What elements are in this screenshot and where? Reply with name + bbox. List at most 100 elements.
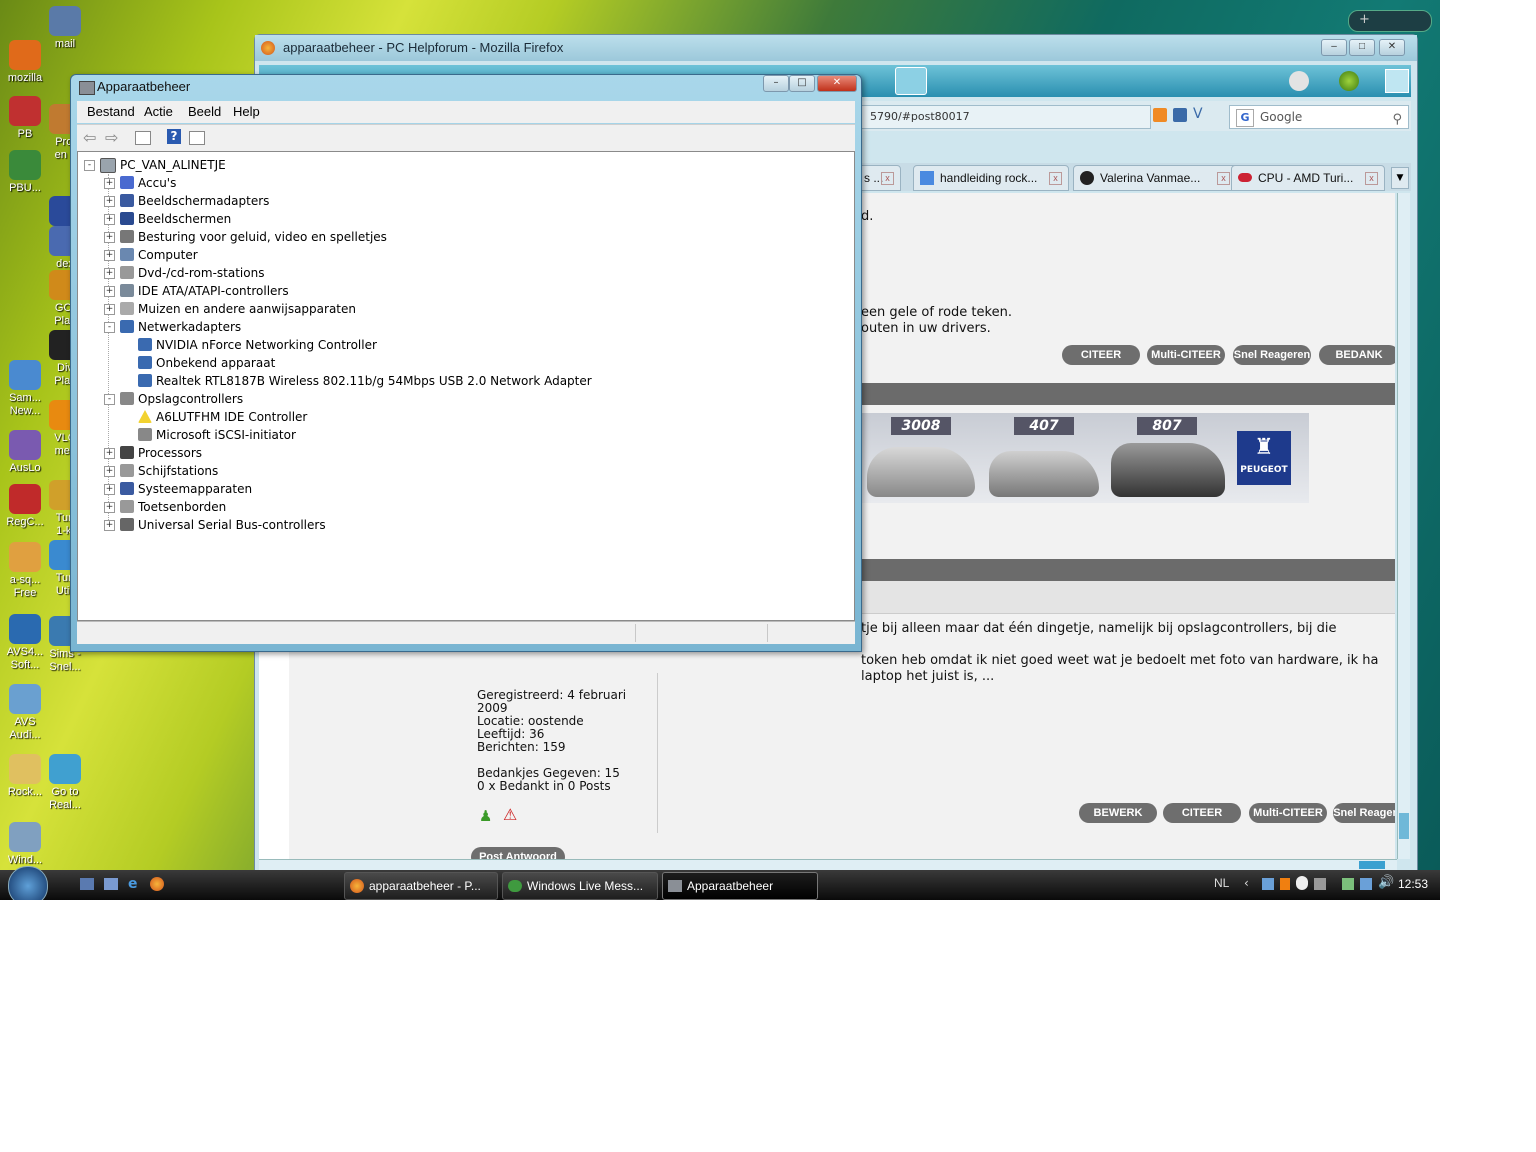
close-tab-icon[interactable]: x xyxy=(1049,172,1062,185)
snel-reageren-button[interactable]: Snel Reageren xyxy=(1233,345,1311,365)
tray-icon[interactable] xyxy=(1296,876,1308,890)
taskbar-firefox[interactable]: apparaatbeheer - P... xyxy=(344,872,498,900)
taskbar-messenger[interactable]: Windows Live Mess... xyxy=(502,872,658,900)
post-antwoord-button[interactable]: Post Antwoord xyxy=(471,847,565,859)
expand-icon[interactable]: + xyxy=(104,520,115,531)
start-button[interactable] xyxy=(8,866,48,900)
desktop-icon[interactable]: AusLo xyxy=(0,430,50,475)
bedank-button[interactable]: BEDANK xyxy=(1319,345,1395,365)
close-button[interactable]: ✕ xyxy=(1379,39,1405,56)
close-tab-icon[interactable]: x xyxy=(1217,172,1230,185)
tray-icon[interactable] xyxy=(1280,878,1290,890)
back-arrow-icon[interactable]: ⇦ xyxy=(83,128,96,147)
status-divider xyxy=(635,624,636,642)
network-icon[interactable] xyxy=(1262,878,1274,890)
forward-arrow-icon[interactable]: ⇨ xyxy=(105,128,118,147)
dropdown-icon[interactable]: V xyxy=(1193,106,1203,122)
wireless-icon[interactable] xyxy=(1360,878,1372,890)
desktop-icon[interactable]: AVS Audi... xyxy=(0,684,50,742)
post1-text: een gele of rode teken. xyxy=(861,305,1012,320)
search-icon[interactable]: ⚲ xyxy=(1392,109,1402,131)
tab-4[interactable]: CPU - AMD Turi... x xyxy=(1231,165,1385,191)
taskbar-devmgr[interactable]: Apparaatbeheer xyxy=(662,872,818,900)
bookmark-icon[interactable] xyxy=(1173,108,1187,122)
expand-icon[interactable]: + xyxy=(104,502,115,513)
application-icon xyxy=(9,360,41,390)
battery-icon[interactable] xyxy=(1342,878,1354,890)
add-gadget-icon[interactable]: + xyxy=(1359,12,1370,27)
peugeot-ad[interactable]: 3008 407 807 ♜ PEUGEOT xyxy=(859,413,1309,503)
expand-icon[interactable]: + xyxy=(104,448,115,459)
bewerk-button[interactable]: BEWERK xyxy=(1079,803,1157,823)
scroll-thumb[interactable] xyxy=(1399,813,1409,839)
language-indicator[interactable]: NL xyxy=(1214,876,1229,890)
desktop-icon-label: AusLo xyxy=(9,462,41,474)
close-tab-icon[interactable]: x xyxy=(1365,172,1378,185)
expand-icon[interactable]: + xyxy=(104,286,115,297)
expand-icon[interactable]: + xyxy=(104,214,115,225)
maximize-button[interactable]: □ xyxy=(789,75,815,92)
rss-icon[interactable] xyxy=(1153,108,1167,122)
vertical-scrollbar[interactable] xyxy=(1397,193,1410,859)
volume-icon[interactable]: 🔊 xyxy=(1378,875,1394,890)
firefox-titlebar[interactable]: apparaatbeheer - PC Helpforum - Mozilla … xyxy=(255,35,1417,61)
tab-2[interactable]: handleiding rock... x xyxy=(913,165,1069,191)
citeer-button[interactable]: CITEER xyxy=(1062,345,1140,365)
divider xyxy=(657,673,658,833)
expand-icon[interactable]: + xyxy=(104,268,115,279)
collapse-icon[interactable]: - xyxy=(84,160,95,171)
refresh-icon[interactable] xyxy=(1339,71,1359,91)
desktop-icon[interactable]: Wind... xyxy=(0,822,50,867)
desktop-icon-label: Go to Real... xyxy=(49,786,81,811)
firefox-icon[interactable] xyxy=(150,877,164,891)
chevron-left-icon[interactable]: ‹ xyxy=(1244,876,1249,890)
tab-list-icon[interactable]: ▼ xyxy=(1391,167,1409,189)
tab-3[interactable]: Valerina Vanmae... x xyxy=(1073,165,1237,191)
search-placeholder: Google xyxy=(1260,110,1303,124)
flash-icon[interactable] xyxy=(1289,71,1309,91)
clock[interactable]: 12:53 xyxy=(1398,877,1428,891)
show-desktop-icon[interactable] xyxy=(80,878,94,890)
citeer-button[interactable]: CITEER xyxy=(1163,803,1241,823)
ie-icon[interactable]: e xyxy=(128,876,138,892)
console-tree-icon[interactable] xyxy=(135,131,151,145)
sidebar-gadget-controls[interactable]: + xyxy=(1348,10,1432,32)
ad-model: 807 xyxy=(1137,417,1197,435)
menu-bestand[interactable]: Bestand xyxy=(87,104,135,119)
expand-icon[interactable]: + xyxy=(104,196,115,207)
desktop-icon[interactable]: mozilla xyxy=(0,40,50,85)
menu-actie[interactable]: Actie xyxy=(144,104,173,119)
tray-icon[interactable] xyxy=(1314,878,1326,890)
menu-help[interactable]: Help xyxy=(233,104,260,119)
close-tab-icon[interactable]: x xyxy=(881,172,894,185)
desktop-icon[interactable]: Go to Real... xyxy=(40,754,90,812)
multi-citeer-button[interactable]: Multi-CITEER xyxy=(1249,803,1327,823)
collapse-icon[interactable]: - xyxy=(104,394,115,405)
desktop-icon[interactable]: PBU... xyxy=(0,150,50,195)
expand-icon[interactable]: + xyxy=(104,178,115,189)
horizontal-scrollbar[interactable] xyxy=(259,859,1397,870)
multi-citeer-button[interactable]: Multi-CITEER xyxy=(1147,345,1225,365)
expand-icon[interactable]: + xyxy=(104,484,115,495)
maximize-button[interactable]: □ xyxy=(1349,39,1375,56)
snel-reageren-button[interactable]: Snel Reager xyxy=(1333,803,1395,823)
help-icon[interactable]: ? xyxy=(167,129,181,144)
minimize-button[interactable]: – xyxy=(1321,39,1347,56)
minimize-button[interactable]: – xyxy=(763,75,789,92)
expand-icon[interactable]: + xyxy=(104,304,115,315)
scroll-thumb[interactable] xyxy=(1359,861,1385,869)
close-button[interactable]: ✕ xyxy=(817,75,857,92)
menu-beeld[interactable]: Beeld xyxy=(188,104,221,119)
search-box[interactable]: G Google ⚲ xyxy=(1229,105,1409,129)
user-icon[interactable]: ♟ xyxy=(479,807,493,825)
switch-windows-icon[interactable] xyxy=(104,878,118,890)
expand-icon[interactable]: + xyxy=(104,232,115,243)
properties-icon[interactable] xyxy=(189,131,205,145)
window-icon[interactable] xyxy=(895,67,927,95)
device-icon xyxy=(120,230,134,243)
expand-icon[interactable]: + xyxy=(104,250,115,261)
collapse-icon[interactable]: - xyxy=(104,322,115,333)
expand-icon[interactable]: + xyxy=(104,466,115,477)
report-icon[interactable]: ⚠ xyxy=(503,805,517,824)
screen-icon[interactable] xyxy=(1385,69,1409,93)
